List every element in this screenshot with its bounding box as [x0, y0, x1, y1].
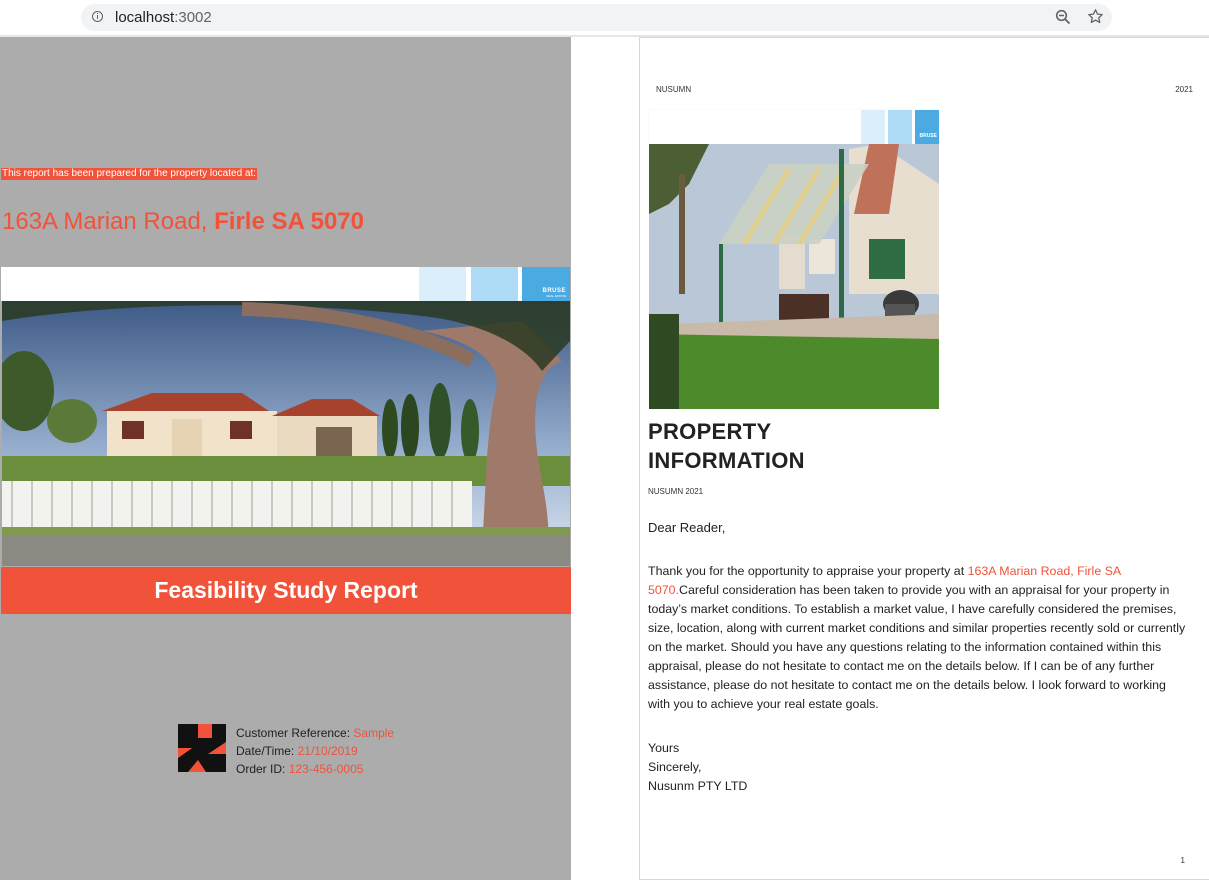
brand-square-mid — [471, 267, 518, 301]
page-subtitle: NUSUMN 2021 — [648, 487, 704, 496]
customer-reference-row: Customer Reference: Sample — [236, 724, 394, 742]
company-logo-icon — [178, 724, 226, 772]
backyard-illustration — [649, 144, 939, 409]
signoff-line-2: Sincerely, — [648, 760, 702, 774]
bruse-logo-tagline: REAL ESTATE — [546, 294, 566, 298]
url-host: localhost — [115, 9, 175, 26]
address-bar[interactable]: localhost:3002 — [81, 4, 1112, 31]
cover-address: 163A Marian Road, Firle SA 5070 — [2, 208, 364, 236]
letter-body: Thank you for the opportunity to apprais… — [648, 562, 1188, 714]
url-port: :3002 — [174, 9, 212, 26]
signoff-line-1: Yours — [648, 741, 680, 755]
page-brand-square-light — [861, 110, 885, 144]
property-information-page: NUSUMN 2021 BRUSE PROPERTY INFORMATION N… — [639, 37, 1209, 880]
customer-reference-value: Sample — [353, 726, 395, 740]
cover-page: This report has been prepared for the pr… — [0, 37, 571, 880]
page-title: PROPERTY INFORMATION — [648, 417, 948, 475]
datetime-label: Date/Time: — [236, 744, 295, 758]
url-text[interactable]: localhost:3002 — [115, 9, 212, 26]
page-header-right: 2021 — [1175, 85, 1193, 94]
page-bruse-logo-text: BRUSE — [919, 133, 937, 139]
order-id-value: 123-456-0005 — [288, 762, 364, 776]
customer-reference-label: Customer Reference: — [236, 726, 351, 740]
report-title-banner: Feasibility Study Report — [1, 567, 571, 614]
meta-lines: Customer Reference: Sample Date/Time: 21… — [236, 724, 394, 778]
letter-signoff: Yours Sincerely, Nusunm PTY LTD — [648, 739, 747, 796]
house-front-photo — [2, 301, 570, 566]
page-header-left: NUSUMN — [656, 85, 692, 94]
cover-intro-text: This report has been prepared for the pr… — [1, 168, 258, 180]
letter-greeting: Dear Reader, — [648, 520, 726, 535]
page-number: 1 — [1180, 856, 1185, 865]
page-bruse-logo: BRUSE — [915, 110, 939, 144]
site-info-icon[interactable] — [92, 11, 103, 22]
page-brand-strip: BRUSE — [649, 110, 939, 144]
house-front-illustration — [2, 301, 570, 566]
cover-address-suburb: Firle SA 5070 — [214, 208, 364, 235]
backyard-pergola-photo — [649, 144, 939, 409]
page-title-line1: PROPERTY — [648, 419, 772, 444]
signoff-line-3: Nusunm PTY LTD — [648, 779, 748, 793]
order-id-row: Order ID: 123-456-0005 — [236, 760, 394, 778]
letter-intro: Thank you for the opportunity to apprais… — [648, 564, 968, 578]
page-brand-square-mid — [888, 110, 912, 144]
brand-square-light — [419, 267, 466, 301]
cover-address-street: 163A Marian Road, — [2, 208, 208, 235]
letter-text: Careful consideration has been taken to … — [648, 583, 1186, 711]
page-title-line2: INFORMATION — [648, 448, 805, 473]
zoom-out-icon[interactable] — [1055, 9, 1071, 25]
bruse-logo: BRUSE REAL ESTATE — [522, 267, 570, 301]
bookmark-star-icon[interactable] — [1087, 8, 1104, 25]
datetime-value: 21/10/2019 — [297, 744, 358, 758]
browser-toolbar: localhost:3002 — [0, 0, 1209, 37]
brand-strip: BRUSE REAL ESTATE — [1, 267, 570, 301]
datetime-row: Date/Time: 21/10/2019 — [236, 742, 394, 760]
order-id-label: Order ID: — [236, 762, 286, 776]
